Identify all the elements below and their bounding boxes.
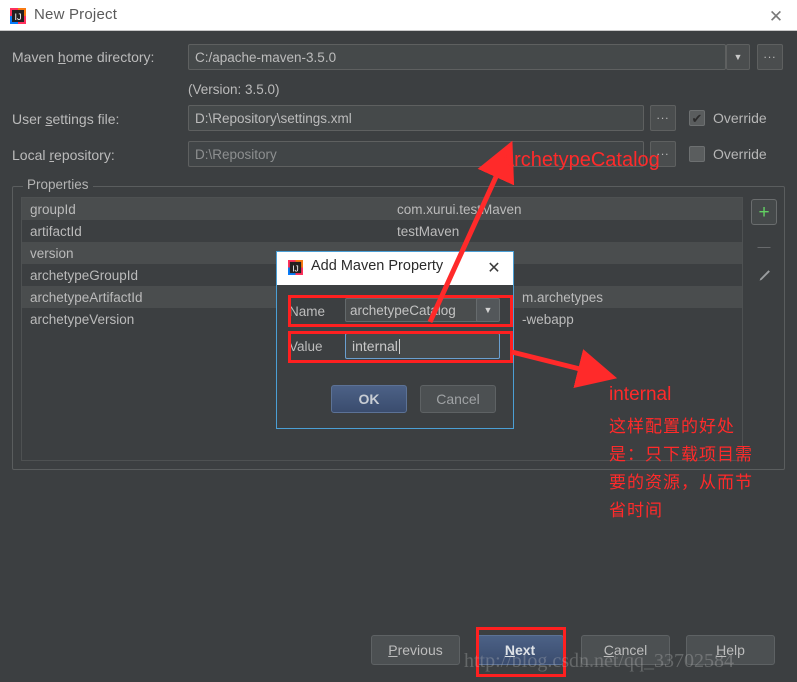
- edit-property-button[interactable]: [751, 265, 777, 291]
- table-row[interactable]: groupId com.xurui.testMaven: [22, 198, 742, 220]
- name-value: archetypeCatalog: [350, 302, 456, 318]
- text-caret: [398, 338, 400, 354]
- annotation-cn-line-2: 是：只下载项目需: [609, 445, 753, 465]
- user-settings-browse-button[interactable]: ...: [650, 105, 676, 131]
- annotation-cn-line-4: 省时间: [609, 501, 663, 521]
- local-repository-label: Local repository:: [12, 147, 115, 163]
- property-key: archetypeGroupId: [30, 267, 139, 283]
- intellij-idea-logo-icon: IJ: [10, 8, 26, 24]
- maven-version-note: (Version: 3.5.0): [188, 82, 280, 97]
- local-repository-value: D:\Repository: [195, 146, 277, 162]
- checkmark-icon: ✔: [689, 146, 705, 162]
- maven-home-input[interactable]: C:/apache-maven-3.5.0: [188, 44, 726, 70]
- close-icon[interactable]: ✕: [765, 6, 787, 26]
- remove-property-button[interactable]: —: [751, 233, 777, 259]
- property-key: archetypeVersion: [30, 311, 135, 327]
- annotation-cn-line-1: 这样配置的好处: [609, 417, 735, 437]
- local-repository-input[interactable]: D:\Repository: [188, 141, 644, 167]
- maven-home-value: C:/apache-maven-3.5.0: [195, 49, 337, 65]
- user-settings-override-checkbox[interactable]: ✔ Override: [689, 110, 767, 126]
- local-repository-browse-button[interactable]: ...: [650, 141, 676, 167]
- name-label: Name: [289, 304, 326, 319]
- intellij-idea-logo-icon: IJ: [288, 260, 303, 275]
- local-repository-override-checkbox[interactable]: ✔ Override: [689, 146, 767, 162]
- watermark-text: http://blog.csdn.net/qq_33702584: [464, 650, 734, 672]
- user-settings-input[interactable]: D:\Repository\settings.xml: [188, 105, 644, 131]
- svg-text:IJ: IJ: [14, 12, 21, 22]
- maven-home-browse-button[interactable]: ...: [757, 44, 783, 70]
- maven-home-dropdown-icon[interactable]: ▼: [726, 44, 750, 70]
- user-settings-value: D:\Repository\settings.xml: [195, 110, 352, 126]
- add-property-button[interactable]: +: [751, 199, 777, 225]
- new-project-window: IJ New Project ✕ Maven home directory: C…: [0, 0, 797, 682]
- table-row[interactable]: artifactId testMaven: [22, 220, 742, 242]
- value-input[interactable]: internal: [345, 333, 500, 359]
- property-value: com.xurui.testMaven: [397, 201, 522, 217]
- maven-home-label: Maven home directory:: [12, 49, 155, 65]
- ok-button[interactable]: OK: [331, 385, 407, 413]
- property-key: groupId: [30, 201, 76, 217]
- value-text: internal: [352, 338, 398, 354]
- property-key: artifactId: [30, 223, 82, 239]
- property-key: archetypeArtifactId: [30, 289, 143, 305]
- properties-toolbar: + —: [749, 197, 779, 461]
- svg-text:IJ: IJ: [292, 263, 299, 273]
- annotation-cn-line-3: 要的资源，从而节: [609, 473, 753, 493]
- dialog-titlebar: IJ Add Maven Property ✕: [277, 252, 513, 285]
- local-repository-override-label: Override: [713, 146, 767, 162]
- property-value: m.archetypes: [522, 289, 604, 305]
- value-label: Value: [289, 339, 323, 354]
- name-combobox[interactable]: archetypeCatalog: [345, 298, 487, 322]
- user-settings-override-label: Override: [713, 110, 767, 126]
- user-settings-label: User settings file:: [12, 111, 120, 127]
- property-value: testMaven: [397, 223, 460, 239]
- minus-icon: —: [757, 238, 771, 254]
- pencil-icon: [756, 268, 772, 289]
- window-title: New Project: [34, 6, 118, 23]
- cancel-property-button[interactable]: Cancel: [420, 385, 496, 413]
- checkmark-icon: ✔: [689, 110, 705, 126]
- previous-button[interactable]: Previous: [371, 635, 460, 665]
- chevron-down-icon[interactable]: ▼: [476, 298, 500, 322]
- maven-settings-form: Maven home directory: C:/apache-maven-3.…: [0, 31, 797, 177]
- properties-group-title: Properties: [23, 177, 93, 192]
- window-titlebar: IJ New Project ✕: [0, 0, 797, 31]
- dialog-title: Add Maven Property: [311, 258, 444, 274]
- close-icon[interactable]: ✕: [484, 258, 504, 278]
- property-value: -webapp: [522, 311, 574, 327]
- property-key: version: [30, 245, 74, 261]
- plus-icon: +: [758, 201, 770, 223]
